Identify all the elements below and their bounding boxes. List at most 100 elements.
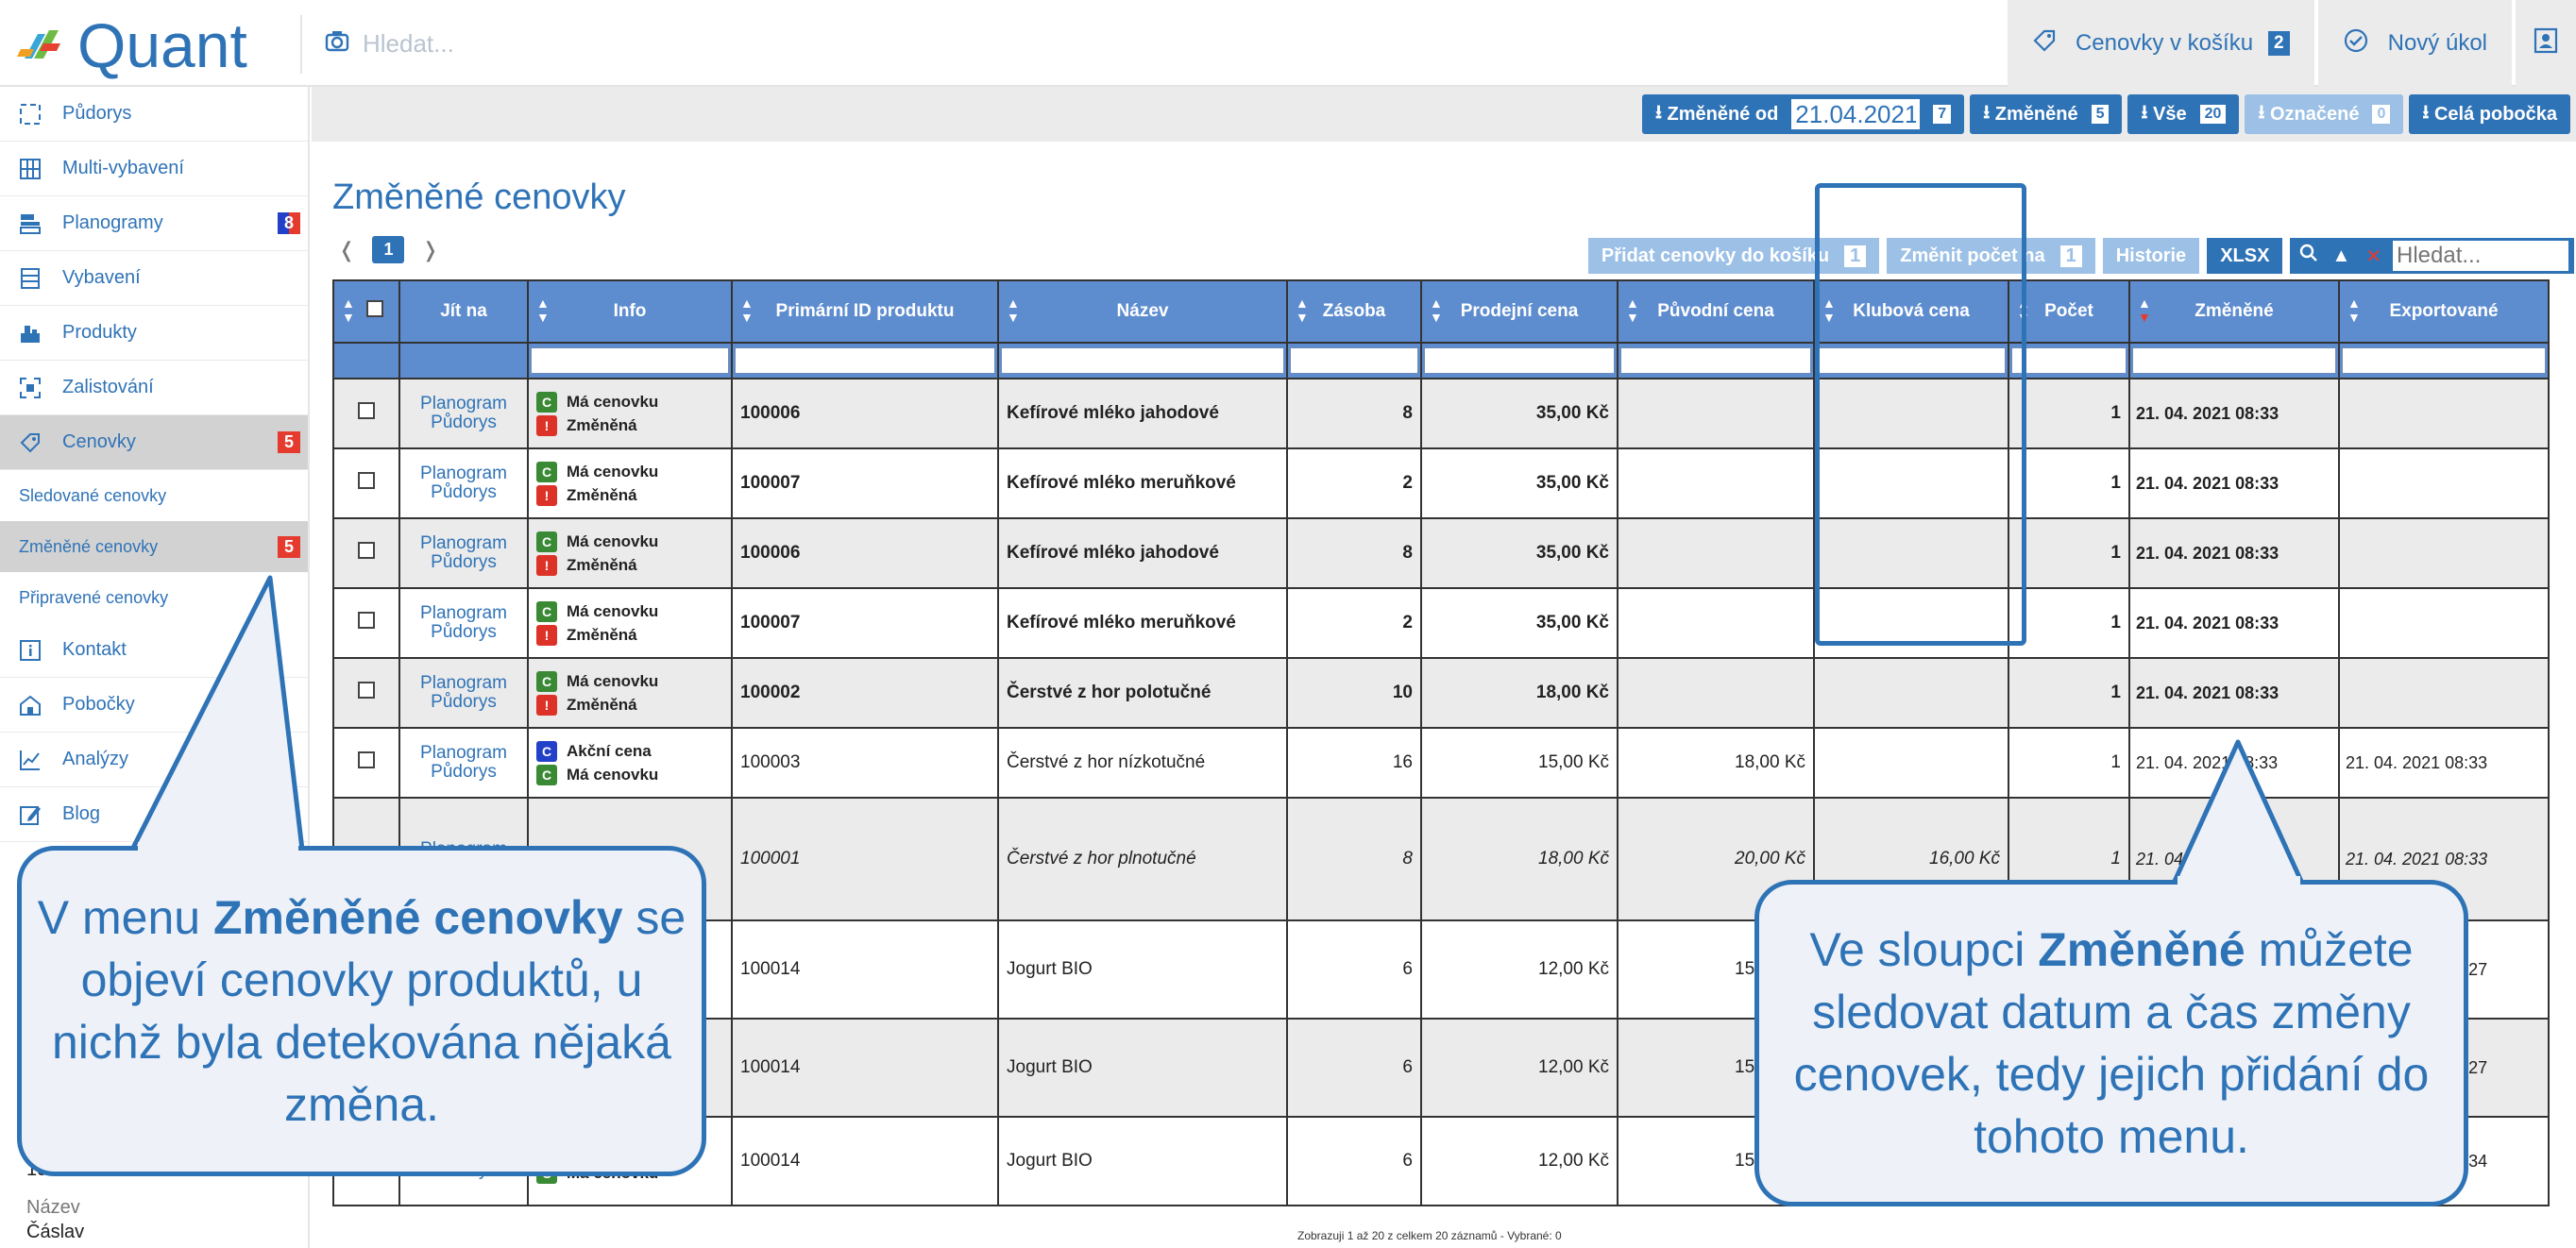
planogram-link[interactable]: Planogram <box>420 394 507 413</box>
camera-icon[interactable] <box>325 29 349 59</box>
marked-button[interactable]: ⭳ Označené 0 <box>2245 94 2404 134</box>
column-header[interactable]: ▲ ▼ Prodejní cena <box>1420 279 1618 344</box>
current-page[interactable]: 1 <box>372 236 405 263</box>
row-checkbox[interactable] <box>358 542 375 559</box>
sidebar-item-cenovky[interactable]: Cenovky 5 <box>0 415 308 470</box>
column-header[interactable]: ▲ ▼ Název <box>997 279 1288 344</box>
filter-input[interactable] <box>997 342 1288 379</box>
column-header[interactable]: ▲ ▼ Primární ID produktu <box>731 279 999 344</box>
add-to-cart-button[interactable]: Přidat cenovky do košíku 1 <box>1587 238 1880 274</box>
prev-page-icon[interactable]: ❬ <box>338 238 355 262</box>
whole-branch-button[interactable]: ⭳ Celá pobočka <box>2409 94 2570 134</box>
filter-input[interactable] <box>1420 342 1618 379</box>
sort-icon[interactable]: ▲ ▼ <box>740 296 754 325</box>
table-row[interactable]: Planogram Půdorys C Má cenovku! Změněná 10000… <box>332 447 2550 519</box>
column-header[interactable]: Jít na <box>398 279 529 344</box>
caret-up-icon[interactable]: ▲ <box>2331 245 2350 267</box>
sort-icon[interactable]: ▲ ▼ <box>342 296 355 325</box>
sidebar-item-analyzy[interactable]: Analýzy <box>0 733 308 787</box>
column-header[interactable]: ▲ ▼ Zásoba <box>1286 279 1422 344</box>
sort-icon[interactable]: ▲ ▼ <box>1626 296 1639 325</box>
sort-icon[interactable]: ▲ ▼ <box>1430 296 1443 325</box>
row-checkbox-cell[interactable] <box>332 447 400 519</box>
column-header[interactable]: ▲ ▼ Původní cena <box>1617 279 1815 344</box>
select-all-checkbox[interactable] <box>366 300 383 317</box>
clear-icon[interactable]: ✕ <box>2365 245 2381 268</box>
floorplan-link[interactable]: Půdorys <box>431 482 497 502</box>
changed-from-date-input[interactable] <box>1791 99 1921 129</box>
planogram-link[interactable]: Planogram <box>420 673 507 693</box>
xlsx-button[interactable]: XLSX <box>2207 238 2283 274</box>
floorplan-link[interactable]: Půdorys <box>431 552 497 572</box>
filter-input[interactable] <box>2008 342 2130 379</box>
sort-icon[interactable]: ▲ ▼ <box>1296 296 1309 325</box>
column-header[interactable]: ▲ ▼ Klubová cena <box>1813 279 2009 344</box>
sidebar-subitem-pripravene[interactable]: Připravené cenovky <box>0 572 308 623</box>
table-row[interactable]: Planogram Půdorys C Má cenovku! Změněná 10000… <box>332 378 2550 449</box>
planogram-link[interactable]: Planogram <box>420 533 507 553</box>
sort-icon[interactable]: ▲ ▼ <box>1007 296 1020 325</box>
floorplan-link[interactable]: Půdorys <box>431 413 497 432</box>
global-search[interactable]: Hledat... <box>325 23 454 64</box>
row-checkbox-cell[interactable] <box>332 587 400 659</box>
row-checkbox[interactable] <box>358 472 375 489</box>
table-row[interactable]: Planogram Půdorys C Má cenovku! Změněná 10000… <box>332 517 2550 589</box>
new-task-button[interactable]: Nový úkol <box>2317 0 2512 87</box>
next-page-icon[interactable]: ❭ <box>421 238 438 262</box>
column-header-changed[interactable]: ▲ ▼ Změněné <box>2128 279 2340 344</box>
search-placeholder[interactable]: Hledat... <box>363 29 454 59</box>
row-checkbox-cell[interactable] <box>332 727 400 799</box>
filter-input[interactable] <box>2338 342 2550 379</box>
table-row[interactable]: Planogram Půdorys C Má cenovku! Změněná 10000… <box>332 587 2550 659</box>
sidebar-item-planogramy[interactable]: Planogramy 8 <box>0 196 308 251</box>
sidebar-item-pudorys[interactable]: Půdorys <box>0 87 308 142</box>
filter-input[interactable] <box>2128 342 2340 379</box>
sidebar-item-blog[interactable]: Blog <box>0 787 308 842</box>
column-header[interactable]: ▲ ▼ Info <box>527 279 733 344</box>
row-checkbox-cell[interactable] <box>332 517 400 589</box>
filter-input[interactable] <box>527 342 733 379</box>
sidebar-subitem-zmenene[interactable]: Změněné cenovky 5 <box>0 521 308 572</box>
row-checkbox-cell[interactable] <box>332 378 400 449</box>
planogram-link[interactable]: Planogram <box>420 743 507 763</box>
all-button[interactable]: ⭳ Vše 20 <box>2127 94 2240 134</box>
sidebar-item-produkty[interactable]: Produkty <box>0 306 308 361</box>
sidebar-item-kontakt[interactable]: Kontakt <box>0 623 308 678</box>
change-count-value[interactable]: 1 <box>2059 245 2082 267</box>
select-all-header[interactable]: ▲ ▼ <box>332 279 400 344</box>
add-to-cart-count[interactable]: 1 <box>1844 245 1867 267</box>
changed-button[interactable]: ⭳ Změněné 5 <box>1970 94 2123 134</box>
floorplan-link[interactable]: Půdorys <box>431 692 497 712</box>
sort-icon[interactable]: ▲ ▼ <box>2017 296 2030 325</box>
filter-input[interactable] <box>1617 342 1815 379</box>
sort-desc-icon[interactable]: ▲ ▼ <box>2138 296 2151 325</box>
change-count-button[interactable]: Změnit počet na 1 <box>1887 238 2095 274</box>
floorplan-link[interactable]: Půdorys <box>431 762 497 782</box>
sidebar-item-multi-vybaveni[interactable]: Multi-vybavení <box>0 142 308 196</box>
sidebar-item-pobocky[interactable]: Pobočky <box>0 678 308 733</box>
planogram-link[interactable]: Planogram <box>420 603 507 623</box>
user-button[interactable] <box>2516 0 2576 87</box>
table-search[interactable]: ▲ ✕ <box>2290 238 2574 274</box>
row-checkbox[interactable] <box>358 402 375 419</box>
planogram-link[interactable]: Planogram <box>420 464 507 483</box>
cart-tags-button[interactable]: Cenovky v košíku 2 <box>2007 0 2314 87</box>
sidebar-item-vybaveni[interactable]: Vybavení <box>0 251 308 306</box>
row-checkbox-cell[interactable] <box>332 657 400 729</box>
sort-icon[interactable]: ▲ ▼ <box>2347 296 2361 325</box>
column-header[interactable]: ▲ ▼ Exportované <box>2338 279 2550 344</box>
row-checkbox[interactable] <box>358 751 375 768</box>
table-search-input[interactable] <box>2393 241 2568 271</box>
filter-input[interactable] <box>1286 342 1422 379</box>
history-button[interactable]: Historie <box>2102 238 2200 274</box>
changed-from-button[interactable]: ⭳ Změněné od 7 <box>1641 94 1965 134</box>
row-checkbox[interactable] <box>358 682 375 699</box>
filter-input[interactable] <box>731 342 999 379</box>
floorplan-link[interactable]: Půdorys <box>431 622 497 642</box>
row-checkbox[interactable] <box>358 612 375 629</box>
column-header[interactable]: ▲ ▼ Počet <box>2008 279 2130 344</box>
table-row[interactable]: Planogram Půdorys C Má cenovku! Změněná 10000… <box>332 657 2550 729</box>
sidebar-item-zalistovani[interactable]: Zalistování <box>0 361 308 415</box>
table-row[interactable]: Planogram Půdorys C Akční cena C Má cenovku 10… <box>332 727 2550 799</box>
app-logo[interactable]: Quant <box>17 14 247 76</box>
